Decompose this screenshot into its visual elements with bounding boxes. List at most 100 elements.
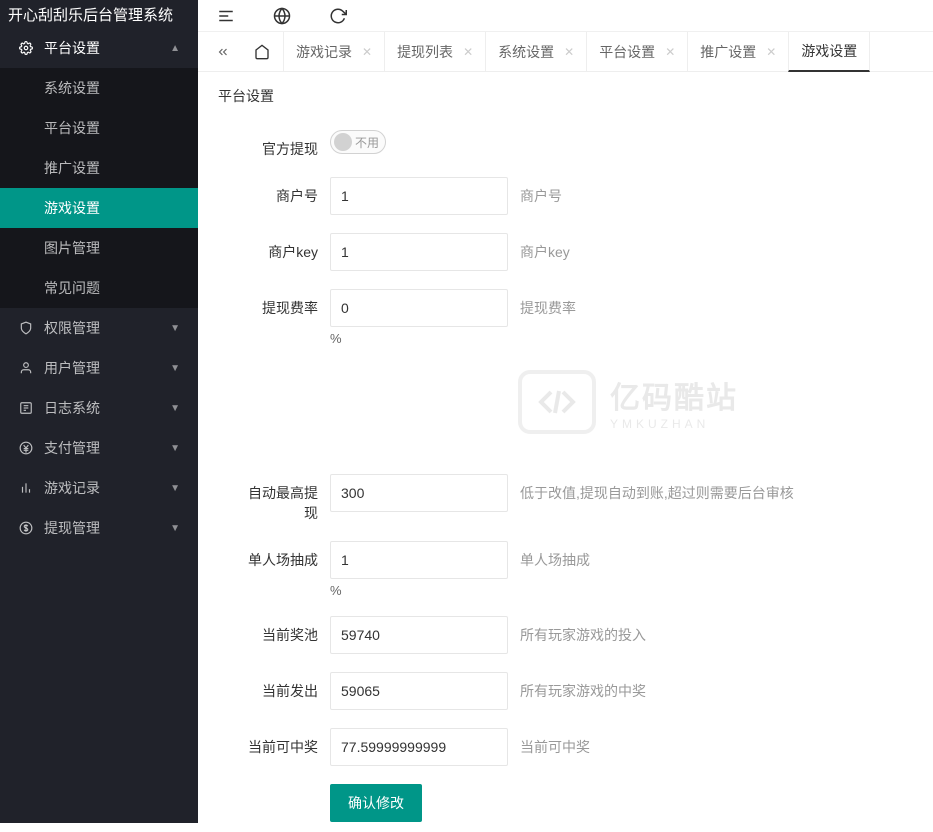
suffix-percent: % <box>330 331 508 346</box>
submenu-system-settings[interactable]: 系统设置 <box>0 68 198 108</box>
label-current-winable: 当前可中奖 <box>238 728 330 757</box>
gear-icon <box>18 40 34 56</box>
list-icon <box>18 400 34 416</box>
app-title: 开心刮刮乐后台管理系统 <box>0 0 198 28</box>
row-merchant-id: 商户号 商户号 <box>238 177 893 215</box>
input-auto-max-withdraw[interactable] <box>330 474 508 512</box>
label-merchant-key: 商户key <box>238 233 330 262</box>
hint-current-winable: 当前可中奖 <box>520 728 893 757</box>
label-auto-max-withdraw: 自动最高提现 <box>238 474 330 523</box>
refresh-icon[interactable] <box>328 6 348 26</box>
tab-withdraw-list[interactable]: 提现列表✕ <box>384 32 486 71</box>
chevron-down-icon: ▼ <box>170 523 180 534</box>
input-current-pool[interactable] <box>330 616 508 654</box>
page-title: 平台设置 <box>198 72 933 120</box>
hint-withdraw-rate: 提现费率 <box>520 289 893 318</box>
hint-merchant-id: 商户号 <box>520 177 893 206</box>
menu-toggle-icon[interactable] <box>216 6 236 26</box>
globe-icon[interactable] <box>272 6 292 26</box>
sidebar-item-payment[interactable]: 支付管理 ▼ <box>0 428 198 468</box>
tab-game-settings[interactable]: 游戏设置 <box>788 32 870 72</box>
submenu-image-manage[interactable]: 图片管理 <box>0 228 198 268</box>
tabs-home-icon[interactable] <box>240 32 284 71</box>
submit-button[interactable]: 确认修改 <box>330 784 422 822</box>
sidebar-item-platform-settings[interactable]: 平台设置 ▲ <box>0 28 198 68</box>
switch-knob <box>334 133 352 151</box>
tabs-prev-icon[interactable] <box>206 32 240 71</box>
row-auto-max-withdraw: 自动最高提现 低于改值,提现自动到账,超过则需要后台审核 <box>238 474 893 523</box>
row-merchant-key: 商户key 商户key <box>238 233 893 271</box>
chart-icon <box>18 480 34 496</box>
input-current-out[interactable] <box>330 672 508 710</box>
main: 游戏记录✕ 提现列表✕ 系统设置✕ 平台设置✕ 推广设置✕ 游戏设置 平台设置 … <box>198 0 933 823</box>
row-official-withdraw: 官方提现 不用 <box>238 130 893 159</box>
row-current-out: 当前发出 所有玩家游戏的中奖 <box>238 672 893 710</box>
chevron-down-icon: ▼ <box>170 483 180 494</box>
sidebar-item-game-records[interactable]: 游戏记录 ▼ <box>0 468 198 508</box>
menu-label: 平台设置 <box>44 38 100 58</box>
menu-label: 日志系统 <box>44 398 100 418</box>
topbar <box>198 0 933 32</box>
close-icon[interactable]: ✕ <box>362 45 372 59</box>
hint-single-rake: 单人场抽成 <box>520 541 893 570</box>
dollar-icon <box>18 520 34 536</box>
user-icon <box>18 360 34 376</box>
input-single-rake[interactable] <box>330 541 508 579</box>
menu-label: 提现管理 <box>44 518 100 538</box>
label-withdraw-rate: 提现费率 <box>238 289 330 318</box>
tab-system-settings[interactable]: 系统设置✕ <box>485 32 587 71</box>
switch-text: 不用 <box>355 134 379 151</box>
label-merchant-id: 商户号 <box>238 177 330 206</box>
input-merchant-key[interactable] <box>330 233 508 271</box>
sidebar-menu: 平台设置 ▲ 系统设置 平台设置 推广设置 游戏设置 图片管理 常见问题 权限管… <box>0 28 198 548</box>
sidebar: 开心刮刮乐后台管理系统 平台设置 ▲ 系统设置 平台设置 推广设置 游戏设置 图… <box>0 0 198 823</box>
input-current-winable[interactable] <box>330 728 508 766</box>
submenu-platform-settings[interactable]: 平台设置 <box>0 108 198 148</box>
yen-icon <box>18 440 34 456</box>
submit-row: 确认修改 <box>238 784 893 822</box>
hint-auto-max-withdraw: 低于改值,提现自动到账,超过则需要后台审核 <box>520 474 893 503</box>
label-current-out: 当前发出 <box>238 672 330 701</box>
row-withdraw-rate: 提现费率 % 提现费率 <box>238 289 893 346</box>
settings-form: 官方提现 不用 商户号 商户号 商户key 商户key 提现费率 % <box>198 120 933 832</box>
shield-icon <box>18 320 34 336</box>
input-withdraw-rate[interactable] <box>330 289 508 327</box>
row-single-rake: 单人场抽成 % 单人场抽成 <box>238 541 893 598</box>
menu-label: 游戏记录 <box>44 478 100 498</box>
chevron-up-icon: ▲ <box>170 43 180 54</box>
hint-current-out: 所有玩家游戏的中奖 <box>520 672 893 701</box>
close-icon[interactable]: ✕ <box>766 45 776 59</box>
label-single-rake: 单人场抽成 <box>238 541 330 570</box>
switch-official-withdraw[interactable]: 不用 <box>330 130 386 154</box>
chevron-down-icon: ▼ <box>170 323 180 334</box>
sidebar-item-logs[interactable]: 日志系统 ▼ <box>0 388 198 428</box>
close-icon[interactable]: ✕ <box>665 45 675 59</box>
suffix-percent: % <box>330 583 508 598</box>
tab-promo-settings[interactable]: 推广设置✕ <box>687 32 789 71</box>
submenu-promo-settings[interactable]: 推广设置 <box>0 148 198 188</box>
tab-game-records[interactable]: 游戏记录✕ <box>283 32 385 71</box>
input-merchant-id[interactable] <box>330 177 508 215</box>
submenu-platform: 系统设置 平台设置 推广设置 游戏设置 图片管理 常见问题 <box>0 68 198 308</box>
submenu-faq[interactable]: 常见问题 <box>0 268 198 308</box>
tab-platform-settings[interactable]: 平台设置✕ <box>586 32 688 71</box>
close-icon[interactable]: ✕ <box>463 45 473 59</box>
chevron-down-icon: ▼ <box>170 443 180 454</box>
menu-label: 权限管理 <box>44 318 100 338</box>
sidebar-item-permissions[interactable]: 权限管理 ▼ <box>0 308 198 348</box>
hint-current-pool: 所有玩家游戏的投入 <box>520 616 893 645</box>
label-official-withdraw: 官方提现 <box>238 130 330 159</box>
chevron-down-icon: ▼ <box>170 403 180 414</box>
menu-label: 支付管理 <box>44 438 100 458</box>
tabs-bar: 游戏记录✕ 提现列表✕ 系统设置✕ 平台设置✕ 推广设置✕ 游戏设置 <box>198 32 933 72</box>
sidebar-item-users[interactable]: 用户管理 ▼ <box>0 348 198 388</box>
hint-merchant-key: 商户key <box>520 233 893 262</box>
menu-label: 用户管理 <box>44 358 100 378</box>
row-current-pool: 当前奖池 所有玩家游戏的投入 <box>238 616 893 654</box>
row-current-winable: 当前可中奖 当前可中奖 <box>238 728 893 766</box>
submenu-game-settings[interactable]: 游戏设置 <box>0 188 198 228</box>
sidebar-item-withdraw[interactable]: 提现管理 ▼ <box>0 508 198 548</box>
chevron-down-icon: ▼ <box>170 363 180 374</box>
label-current-pool: 当前奖池 <box>238 616 330 645</box>
close-icon[interactable]: ✕ <box>564 45 574 59</box>
